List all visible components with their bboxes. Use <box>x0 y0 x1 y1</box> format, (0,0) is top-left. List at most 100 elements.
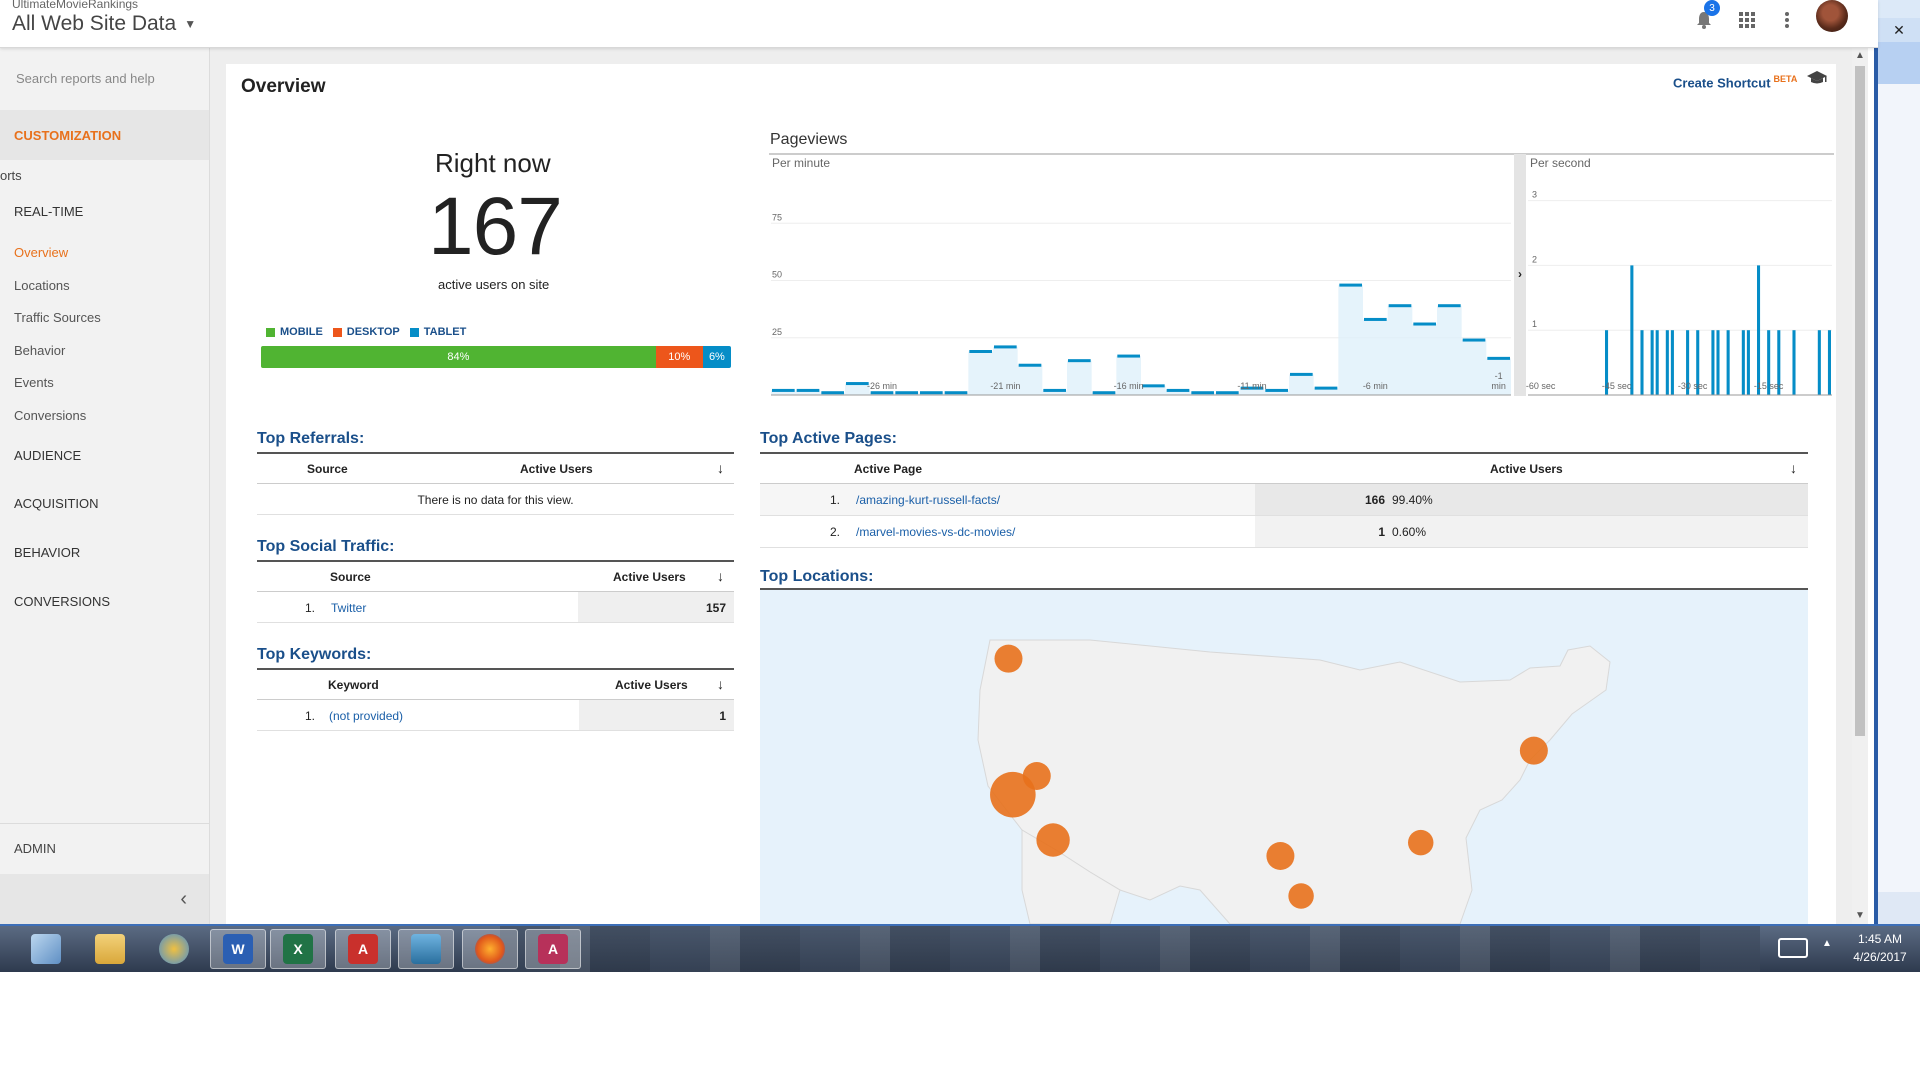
per-minute-bar <box>1487 356 1510 360</box>
page-link[interactable]: /marvel-movies-vs-dc-movies/ <box>856 525 1015 539</box>
sidebar-item-audience[interactable]: AUDIENCE <box>14 448 81 463</box>
sidebar-item-conversions[interactable]: CONVERSIONS <box>14 594 110 609</box>
location-marker[interactable] <box>1022 762 1051 790</box>
sidebar-item-behavior-realtime[interactable]: Behavior <box>14 343 65 358</box>
location-marker[interactable] <box>1288 883 1314 909</box>
window-close-button[interactable]: ✕ <box>1878 18 1920 42</box>
top-pages-table: Active Page Active Users ↓ 1. /amazing-k… <box>760 452 1808 548</box>
more-options-button[interactable] <box>1773 6 1801 34</box>
empty-row: There is no data for this view. <box>257 484 734 515</box>
taskbar-app-2[interactable] <box>82 929 138 969</box>
more-vert-icon <box>1785 12 1789 28</box>
per-minute-bar <box>821 391 844 395</box>
col-active-users[interactable]: Active Users <box>1490 462 1563 476</box>
row-rank: 1. <box>305 601 316 615</box>
scrollbar-thumb[interactable] <box>1855 66 1865 736</box>
location-marker[interactable] <box>994 644 1023 673</box>
sidebar-item-realtime[interactable]: REAL-TIME <box>14 204 83 219</box>
taskbar-app-1[interactable] <box>18 929 74 969</box>
sidebar-item-traffic-sources[interactable]: Traffic Sources <box>14 310 101 325</box>
scroll-up-icon[interactable]: ▲ <box>1855 50 1865 61</box>
word-icon: W <box>223 934 253 964</box>
taskbar: W X A A ▲ 1:45 AM 4/26/2017 <box>0 924 1920 972</box>
sidebar: CUSTOMIZATION orts REAL-TIME Overview Lo… <box>0 48 210 924</box>
vertical-scrollbar[interactable]: ▲ ▼ <box>1852 48 1868 924</box>
avatar[interactable] <box>1816 0 1848 32</box>
y-tick-label: 25 <box>772 327 782 337</box>
sidebar-item-customization[interactable]: CUSTOMIZATION <box>0 110 209 160</box>
sidebar-item-locations[interactable]: Locations <box>14 278 70 293</box>
row-rank: 1. <box>305 709 316 723</box>
create-shortcut-link[interactable]: Create Shortcut BETA <box>1673 74 1797 90</box>
per-minute-bar <box>1068 359 1091 363</box>
table-row: 1. Twitter 157 <box>257 592 734 623</box>
taskbar-app-8[interactable] <box>462 929 518 969</box>
col-active-users[interactable]: Active Users <box>615 678 688 692</box>
sidebar-item-overview[interactable]: Overview <box>14 245 68 260</box>
account-name: UltimateMovieRankings <box>12 0 139 11</box>
top-locations-title: Top Locations: <box>760 568 874 585</box>
per-minute-bar <box>1314 386 1338 390</box>
adjacent-window-strip: ✕ <box>1874 0 1920 924</box>
notifications-button[interactable]: 3 <box>1690 0 1720 34</box>
taskbar-app-9[interactable]: A <box>525 929 581 969</box>
sidebar-item-acquisition[interactable]: ACQUISITION <box>14 496 99 511</box>
taskbar-app-6[interactable]: A <box>335 929 391 969</box>
property-selector[interactable]: All Web Site Data ▼ <box>12 12 196 36</box>
taskbar-app-7[interactable] <box>398 929 454 969</box>
location-marker[interactable] <box>1266 842 1295 870</box>
taskbar-app-5[interactable]: X <box>270 929 326 969</box>
sidebar-item-conversions-realtime[interactable]: Conversions <box>14 408 86 423</box>
col-active-page: Active Page <box>854 462 923 476</box>
sidebar-item-admin[interactable]: ADMIN <box>0 823 209 873</box>
clock-date[interactable]: 4/26/2017 <box>1845 950 1915 964</box>
location-marker[interactable] <box>1519 736 1548 765</box>
mobile-segment: 84% <box>261 346 656 368</box>
keyword-link[interactable]: (not provided) <box>329 709 403 723</box>
clock-time[interactable]: 1:45 AM <box>1850 932 1910 946</box>
x-tick-label: -60 sec <box>1526 381 1556 391</box>
sort-down-icon[interactable]: ↓ <box>717 676 724 692</box>
location-marker[interactable] <box>1408 829 1434 856</box>
page-link[interactable]: /amazing-kurt-russell-facts/ <box>856 493 1000 507</box>
per-second-bar <box>1726 330 1730 395</box>
page-title: Overview <box>241 76 326 97</box>
per-second-bar <box>1817 330 1821 395</box>
x-tick-label: -6 min <box>1363 381 1388 391</box>
location-marker[interactable] <box>1036 823 1070 857</box>
sort-down-icon[interactable]: ↓ <box>1790 460 1797 476</box>
keyboard-icon[interactable] <box>1778 938 1808 958</box>
top-keywords-table: Keyword Active Users ↓ 1. (not provided)… <box>257 668 734 731</box>
legend-swatch-desktop <box>332 327 342 337</box>
per-second-bar <box>1746 330 1750 395</box>
col-active-users[interactable]: Active Users <box>520 462 593 476</box>
graduation-cap-icon[interactable] <box>1806 70 1828 86</box>
per-minute-bar <box>920 391 943 395</box>
taskbar-app-3[interactable] <box>146 929 202 969</box>
apps-button[interactable] <box>1733 6 1761 34</box>
per-second-bar <box>1716 330 1720 395</box>
per-minute-bar <box>1388 304 1412 308</box>
sidebar-item-behavior[interactable]: BEHAVIOR <box>14 545 80 560</box>
col-source: Source <box>330 570 371 584</box>
locations-map[interactable] <box>760 590 1808 924</box>
per-minute-bar <box>1462 338 1486 342</box>
top-social-table: Source Active Users ↓ 1. Twitter 157 <box>257 560 734 623</box>
tablet-segment: 6% <box>702 346 731 368</box>
per-second-bar <box>1650 330 1654 395</box>
legend-mobile-label: MOBILE <box>280 326 323 338</box>
social-source-link[interactable]: Twitter <box>331 601 366 615</box>
tray-expand-icon[interactable]: ▲ <box>1822 938 1832 949</box>
row-percent: 99.40% <box>1392 493 1433 507</box>
sort-down-icon[interactable]: ↓ <box>717 460 724 476</box>
search-input[interactable] <box>0 48 209 108</box>
sort-down-icon[interactable]: ↓ <box>717 568 724 584</box>
tablet-percent: 6% <box>708 351 725 363</box>
row-rank: 1. <box>830 493 841 507</box>
expand-arrow-icon[interactable]: › <box>1518 267 1522 281</box>
col-active-users[interactable]: Active Users <box>613 570 686 584</box>
taskbar-app-4[interactable]: W <box>210 929 266 969</box>
collapse-sidebar-button[interactable]: ‹ <box>0 874 209 924</box>
sidebar-item-events[interactable]: Events <box>14 375 54 390</box>
scroll-down-icon[interactable]: ▼ <box>1855 910 1865 921</box>
